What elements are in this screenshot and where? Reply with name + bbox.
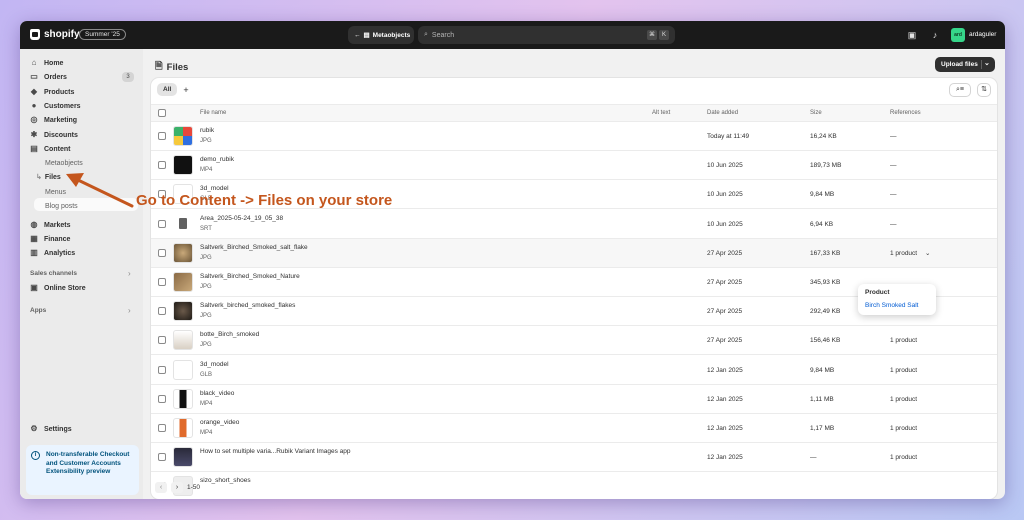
annotation-arrow (66, 173, 134, 208)
annotation-text: Go to Content -> Files on your store (136, 192, 393, 209)
